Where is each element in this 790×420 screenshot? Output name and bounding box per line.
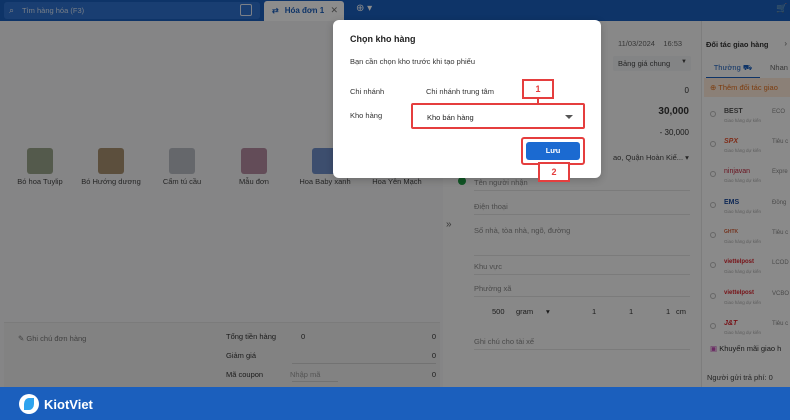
footer-bar: KiotViet — [0, 387, 790, 420]
caret-down-icon — [565, 115, 573, 119]
select-warehouse-dialog: Chọn kho hàng Bạn cần chọn kho trước khi… — [333, 20, 601, 178]
branch-value: Chi nhánh trung tâm — [426, 87, 494, 96]
kiotviet-logo-icon — [19, 394, 39, 414]
branch-label: Chi nhánh — [350, 87, 385, 96]
callout-2: 2 — [538, 162, 570, 182]
save-button[interactable]: Lưu — [526, 142, 580, 160]
warehouse-select[interactable]: Kho bán hàng — [411, 103, 585, 129]
save-button-highlight: Lưu — [521, 137, 585, 165]
warehouse-value: Kho bán hàng — [427, 113, 474, 122]
dialog-title: Chọn kho hàng — [350, 34, 416, 44]
callout-1: 1 — [522, 79, 554, 99]
warehouse-label: Kho hàng — [350, 111, 383, 120]
dialog-description: Bạn cần chọn kho trước khi tạo phiếu — [350, 57, 476, 66]
brand-name: KiotViet — [44, 397, 93, 412]
